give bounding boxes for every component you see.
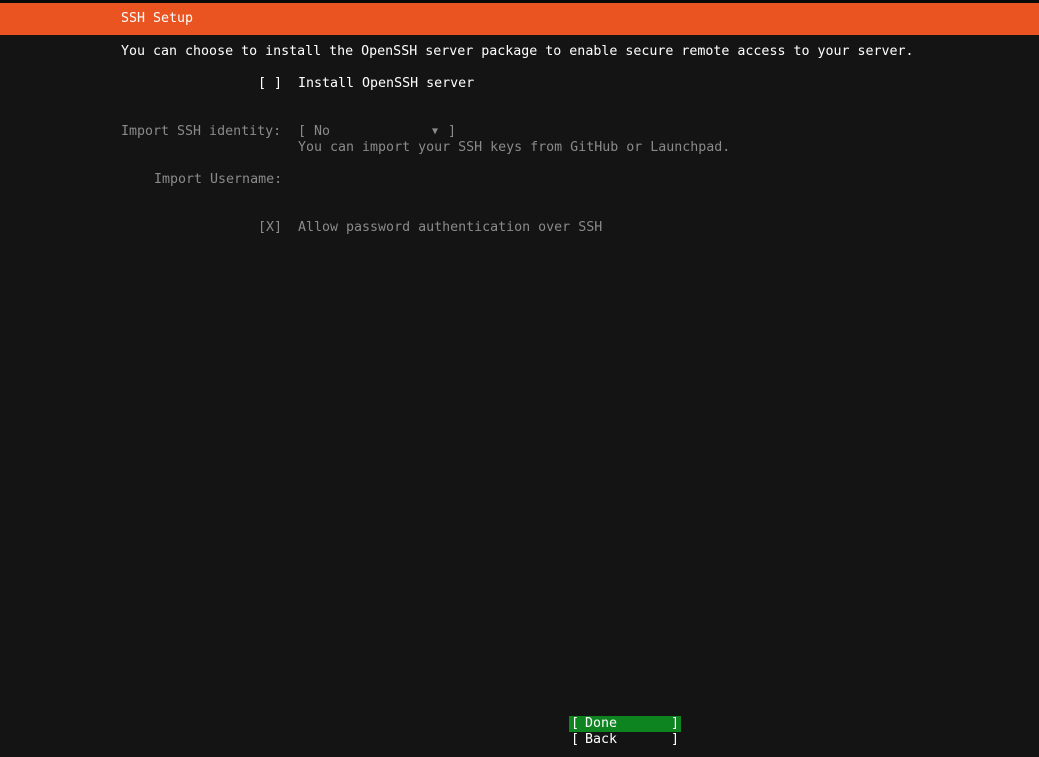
back-close-bracket: ]	[670, 732, 679, 747]
allow-password-checkbox[interactable]: [X]	[258, 220, 282, 236]
dropdown-selected-value: No	[314, 124, 331, 139]
done-close-bracket: ]	[670, 716, 679, 731]
dropdown-close-bracket: ]	[448, 124, 457, 139]
import-identity-dropdown[interactable]: [ No ▼ ]	[298, 124, 458, 140]
done-button[interactable]: [ Done ]	[569, 716, 681, 732]
header-bar: SSH Setup	[0, 3, 1039, 35]
import-username-input[interactable]	[298, 172, 598, 188]
done-open-bracket: [	[571, 716, 580, 731]
dropdown-open-bracket: [	[298, 124, 307, 139]
chevron-down-icon: ▼	[432, 126, 439, 137]
import-username-label: Import Username:	[154, 172, 283, 187]
back-open-bracket: [	[571, 732, 580, 747]
intro-text: You can choose to install the OpenSSH se…	[121, 44, 914, 59]
install-openssh-label[interactable]: Install OpenSSH server	[298, 76, 474, 92]
page-title: SSH Setup	[121, 11, 194, 26]
done-label: Done	[585, 716, 618, 731]
import-identity-label: Import SSH identity:	[121, 124, 282, 139]
installer-screen: SSH Setup You can choose to install the …	[0, 0, 1039, 757]
import-identity-help: You can import your SSH keys from GitHub…	[298, 140, 731, 155]
allow-password-label[interactable]: Allow password authentication over SSH	[298, 220, 602, 236]
install-openssh-checkbox[interactable]: [ ]	[258, 76, 282, 92]
back-label: Back	[585, 732, 618, 747]
back-button[interactable]: [ Back ]	[569, 732, 681, 748]
